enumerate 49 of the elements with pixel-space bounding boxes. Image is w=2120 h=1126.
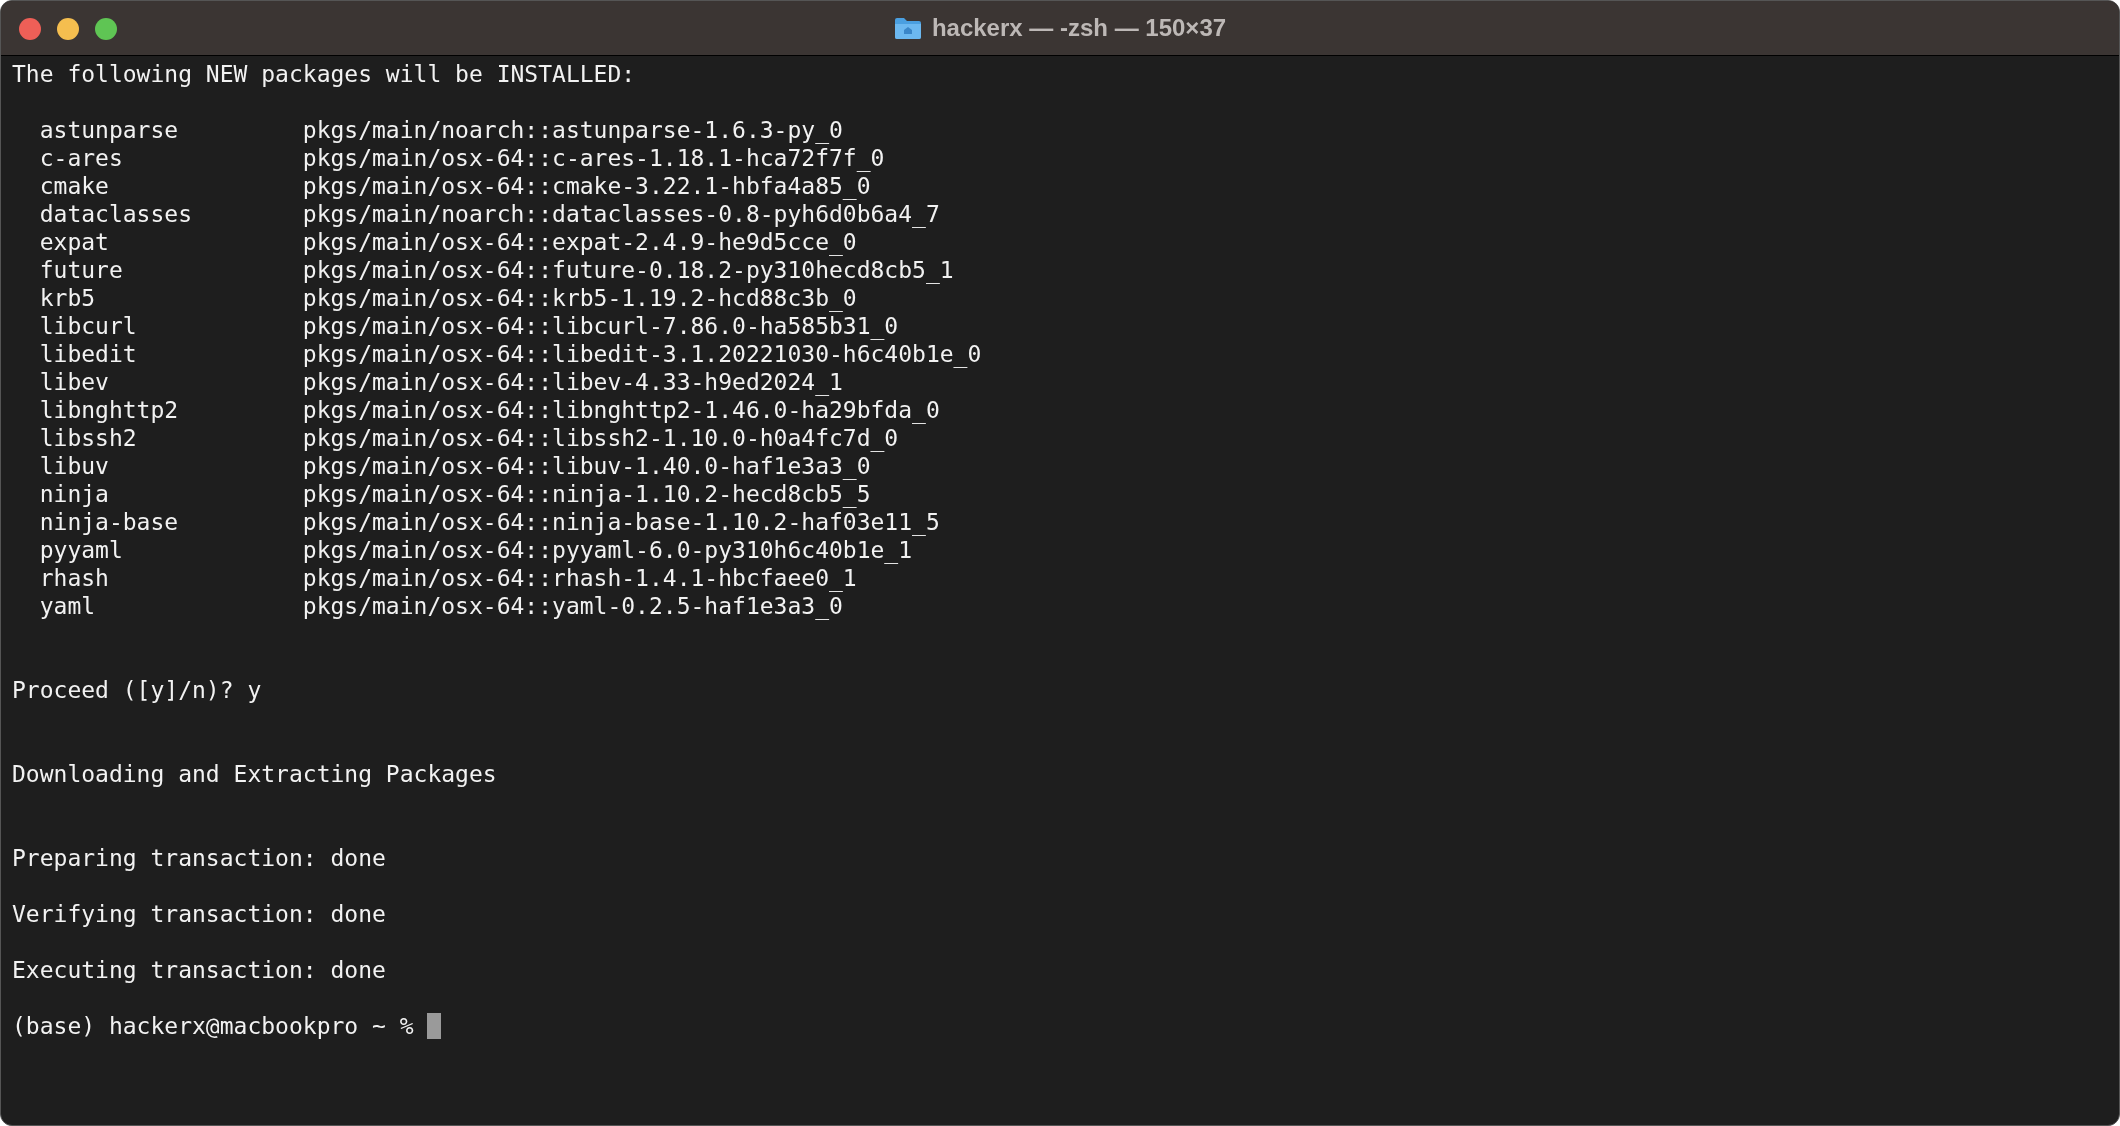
package-name: libcurl (39, 312, 137, 339)
text-cursor (427, 1013, 442, 1039)
package-name: ninja (39, 480, 109, 507)
package-source: pkgs/main/osx-64::cmake-3.22.1-hbfa4a85_0 (302, 172, 871, 202)
package-source: pkgs/main/osx-64::future-0.18.2-py310hecd8cb5_1 (302, 256, 954, 286)
package-name: pyyaml (39, 536, 123, 563)
shell-prompt: (base) hackerx@macbookpro ~ % (12, 1011, 414, 1041)
package-source: pkgs/main/noarch::astunparse-1.6.3-py_0 (302, 115, 843, 146)
package-name: dataclasses (39, 200, 192, 227)
package-source: pkgs/main/noarch::dataclasses-0.8-pyh6d0b6a4_7 (302, 200, 940, 230)
close-button[interactable] (19, 18, 41, 40)
package-source: pkgs/main/osx-64::rhash-1.4.1-hbcfaee0_1 (302, 564, 857, 594)
package-source: pkgs/main/osx-64::libev-4.33-h9ed2024_1 (302, 368, 843, 398)
output-line: Verifying transaction: done (12, 899, 386, 929)
package-name: astunparse (39, 116, 179, 143)
package-name: libuv (39, 452, 109, 479)
package-name: rhash (39, 564, 109, 591)
minimize-button[interactable] (57, 18, 79, 40)
package-name: libedit (39, 340, 137, 367)
package-source: pkgs/main/osx-64::ninja-base-1.10.2-haf03e11_5 (302, 508, 940, 538)
package-source: pkgs/main/osx-64::libuv-1.40.0-haf1e3a3_0 (302, 452, 871, 482)
package-source: pkgs/main/osx-64::libssh2-1.10.0-h0a4fc7d_0 (302, 424, 899, 454)
package-name: libnghttp2 (39, 396, 179, 423)
package-name: libssh2 (39, 424, 137, 451)
package-name: c-ares (39, 144, 123, 171)
output-line: Downloading and Extracting Packages (12, 759, 497, 789)
output-line: Executing transaction: done (12, 955, 386, 985)
folder-icon (893, 16, 922, 40)
output-line: The following NEW packages will be INSTALLED: (12, 59, 636, 89)
package-source: pkgs/main/osx-64::krb5-1.19.2-hcd88c3b_0 (302, 284, 857, 314)
package-source: pkgs/main/osx-64::ninja-1.10.2-hecd8cb5_5 (302, 480, 871, 510)
package-name: cmake (39, 172, 109, 199)
package-name: ninja-base (39, 508, 179, 535)
output-line: Proceed ([y]/n)? y (12, 675, 262, 705)
package-name: yaml (39, 592, 96, 619)
package-name: expat (39, 228, 109, 255)
package-source: pkgs/main/osx-64::c-ares-1.18.1-hca72f7f_0 (302, 144, 885, 174)
package-source: pkgs/main/osx-64::yaml-0.2.5-haf1e3a3_0 (302, 592, 843, 622)
package-source: pkgs/main/osx-64::pyyaml-6.0-py310h6c40b1e_1 (302, 536, 913, 566)
output-line: Preparing transaction: done (12, 843, 386, 873)
package-source: pkgs/main/osx-64::libedit-3.1.20221030-h6c40b1e_0 (302, 340, 982, 370)
window-title: hackerx — -zsh — 150×37 (931, 13, 1227, 43)
package-name: krb5 (39, 284, 96, 311)
package-source: pkgs/main/osx-64::libnghttp2-1.46.0-ha29bfda_0 (302, 396, 940, 426)
package-source: pkgs/main/osx-64::expat-2.4.9-he9d5cce_0 (302, 228, 857, 258)
zoom-button[interactable] (95, 18, 117, 40)
package-name: libev (39, 368, 109, 395)
package-name: future (39, 256, 123, 283)
package-source: pkgs/main/osx-64::libcurl-7.86.0-ha585b31_0 (302, 312, 899, 342)
